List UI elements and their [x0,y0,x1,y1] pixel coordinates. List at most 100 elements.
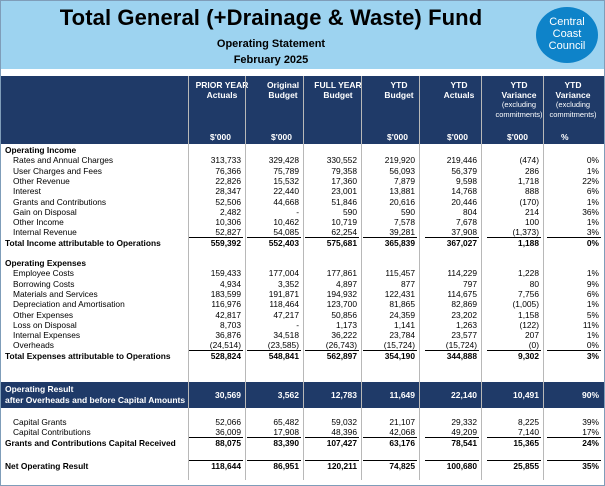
total-rule [547,349,601,351]
cell-value: 100 [525,217,539,228]
total-rule [425,460,479,461]
cell-value: 159,433 [210,268,241,279]
row-label: Rates and Annual Charges [13,155,114,166]
column-divider [303,76,304,480]
cell-value: 122,431 [384,288,415,299]
row-label: Employee Costs [13,268,74,279]
row-label: Total Expenses attributable to Operation… [5,350,171,361]
cell-value: 15,532 [273,175,299,186]
row-label: Gain on Disposal [13,206,77,217]
cell-value: 63,176 [389,437,415,448]
total-rule [425,436,479,438]
total-rule [547,460,601,461]
cell-value: 528,824 [210,350,241,361]
cell-value: 52,066 [215,417,241,427]
row-label: Depreciation and Amortisation [13,299,125,310]
cell-value: 9% [586,278,599,289]
cell-value: 13,881 [389,186,415,197]
cell-value: 877 [401,278,415,289]
cell-value: 3,562 [277,390,299,400]
column-header-note: (excluding commitments) [549,100,597,119]
operating-result-label: Operating Result after Overheads and bef… [5,384,186,405]
total-rule [189,349,243,351]
cell-value: 39% [582,417,599,427]
cell-value: 183,599 [210,288,241,299]
cell-value: 219,446 [446,155,477,166]
cell-value: 9,302 [518,350,539,361]
logo-word: Central [549,16,585,28]
column-unit: % [561,132,569,142]
cell-value: 25,855 [513,461,539,471]
column-unit: $'000 [210,132,231,142]
cell-value: 42,817 [215,309,241,320]
council-logo: Central Coast Council [536,7,598,63]
total-rule [189,236,243,238]
column-unit: $'000 [271,132,292,142]
cell-value: 1,141 [394,319,415,330]
cell-value: 0% [586,155,599,166]
cell-value: 79,358 [331,165,357,176]
cell-value: 1,158 [518,309,539,320]
total-rule [425,236,479,238]
cell-value: 207 [525,330,539,341]
cell-value: 34,518 [273,330,299,341]
row-label: Other Expenses [13,309,74,320]
column-divider [481,76,482,480]
cell-value: 797 [463,278,477,289]
cell-value: 1,173 [336,319,357,330]
cell-value: 12,783 [331,390,357,400]
total-rule [305,236,359,238]
total-rule [305,436,359,438]
logo-word: Council [548,40,586,52]
cell-value: 22,140 [451,390,477,400]
report-title: Total General (+Drainage & Waste) Fund [59,5,483,30]
cell-value: 344,888 [446,350,477,361]
cell-value: 50,856 [331,309,357,320]
total-rule [247,460,301,461]
cell-value: 286 [525,165,539,176]
cell-value: 7,879 [394,175,415,186]
cell-value: 65,482 [273,417,299,427]
column-header: YTD Variance (excluding commitments) [541,80,605,120]
logo-word: Coast [552,28,582,40]
cell-value: 59,032 [331,417,357,427]
cell-value: 7,678 [456,217,477,228]
cell-value: 24% [582,437,599,448]
cell-value: 21,107 [389,417,415,427]
row-label: Borrowing Costs [13,278,75,289]
total-rule [247,436,301,438]
cell-value: 86,951 [273,461,299,471]
total-rule [487,236,541,238]
cell-value: (1,005) [512,299,539,310]
cell-value: 6% [586,288,599,299]
cell-value: 9,598 [456,175,477,186]
cell-value: 1% [586,217,599,228]
cell-value: 123,700 [326,299,357,310]
cell-value: 559,392 [210,237,241,248]
cell-value: 10,719 [331,217,357,228]
cell-value: 56,379 [451,165,477,176]
column-unit: $'000 [507,132,528,142]
cell-value: 354,190 [384,350,415,361]
total-rule [247,349,301,351]
cell-value: 11,649 [389,390,415,400]
row-label: Grants and Contributions [13,196,107,207]
cell-value: 81,865 [389,299,415,310]
cell-value: 36% [582,206,599,217]
total-rule [487,349,541,351]
row-label: Materials and Services [13,288,98,299]
cell-value: 329,428 [268,155,299,166]
row-label: Net Operating Result [5,461,89,471]
cell-value: 1% [586,330,599,341]
cell-value: (122) [519,319,539,330]
column-divider [543,76,544,480]
cell-value: 8,703 [220,319,241,330]
total-rule [363,349,417,351]
cell-value: 47,217 [273,309,299,320]
cell-value: 23,202 [451,309,477,320]
cell-value: 177,861 [326,268,357,279]
cell-value: 20,616 [389,196,415,207]
total-rule [247,236,301,238]
cell-value: 4,934 [220,278,241,289]
cell-value: 107,427 [326,437,357,448]
